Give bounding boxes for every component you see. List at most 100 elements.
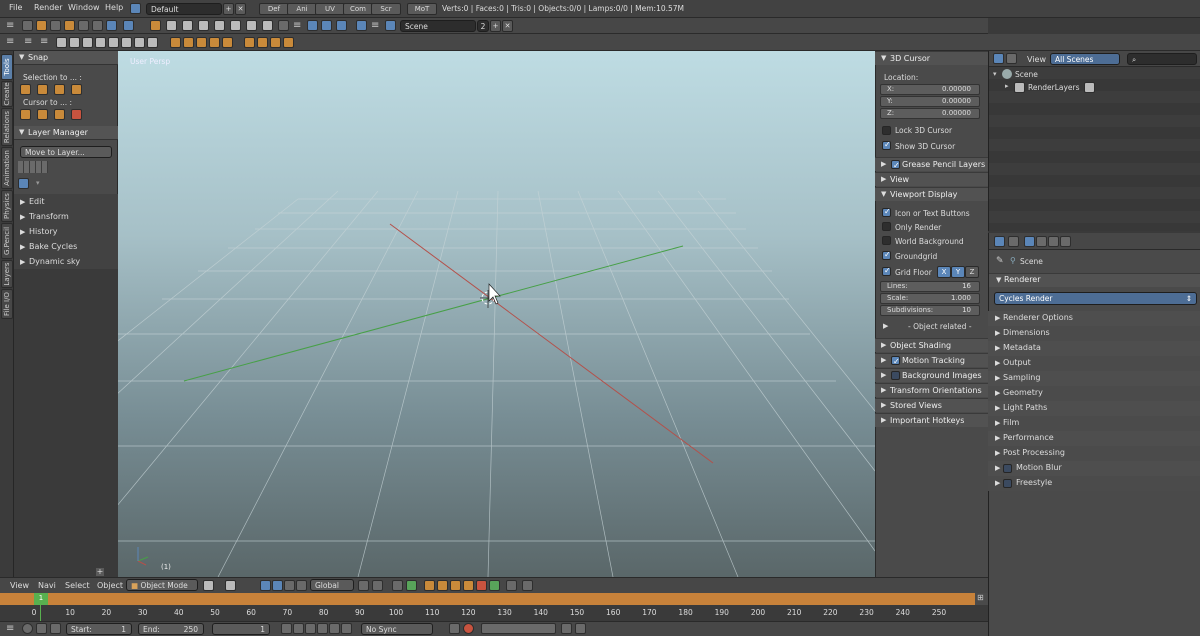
panel-transform[interactable]: ▶ Transform xyxy=(20,212,69,221)
tool-icon-9[interactable] xyxy=(150,20,161,31)
hamburger-icon-5[interactable]: ≡ xyxy=(24,36,32,47)
axis-z-toggle[interactable]: Z xyxy=(965,266,979,278)
keyframe-icon[interactable] xyxy=(36,623,47,634)
cursor-y-field[interactable]: Y: 0.00000 xyxy=(880,96,980,107)
tool-icon-3[interactable] xyxy=(50,20,61,31)
panel-sampling[interactable]: ▶ Sampling xyxy=(988,371,1200,386)
workspace-tab-uv[interactable]: UV xyxy=(315,3,345,15)
tool-icon-4[interactable] xyxy=(64,20,75,31)
snap-icon-9[interactable] xyxy=(283,37,294,48)
snap-cursor-icon-3[interactable] xyxy=(54,109,65,120)
tool-icon-1[interactable] xyxy=(22,20,33,31)
lock-icon[interactable] xyxy=(50,623,61,634)
tab-animation[interactable]: Animation xyxy=(1,147,13,189)
workspace-tab-mot[interactable]: MoT xyxy=(407,3,437,15)
hamburger-icon-7[interactable]: ≡ xyxy=(6,623,14,634)
panel-dimensions[interactable]: ▶ Dimensions xyxy=(988,326,1200,341)
viewport-display-header[interactable]: ▼ Viewport Display xyxy=(875,187,988,201)
layer-icon[interactable] xyxy=(358,580,369,591)
menu-object[interactable]: Object xyxy=(97,581,123,590)
grease-pencil-layers-header[interactable]: ▶Grease Pencil Layers xyxy=(875,157,988,172)
jump-start-icon[interactable] xyxy=(281,623,292,634)
menu-window[interactable]: Window xyxy=(68,3,100,12)
grid-subdivisions-field[interactable]: Subdivisions: 10 xyxy=(880,305,980,316)
outliner-editor-icon[interactable] xyxy=(993,53,1004,64)
render-icon-3[interactable] xyxy=(450,580,461,591)
camera-icon[interactable] xyxy=(506,580,517,591)
proportional-icon[interactable] xyxy=(372,580,383,591)
tool-icon-15[interactable] xyxy=(246,20,257,31)
shading-icon-6[interactable] xyxy=(121,37,132,48)
start-frame-field[interactable]: Start: 1 xyxy=(66,623,132,635)
end-frame-field[interactable]: End: 250 xyxy=(138,623,204,635)
panel-bake-cycles[interactable]: ▶ Bake Cycles xyxy=(20,242,77,251)
properties-menu-icon[interactable] xyxy=(1008,236,1019,247)
panel-dynamic-sky[interactable]: ▶ Dynamic sky xyxy=(20,257,80,266)
snap-icon-1[interactable] xyxy=(170,37,181,48)
shading-icon-8[interactable] xyxy=(147,37,158,48)
background-images-header[interactable]: ▶ Background Images xyxy=(875,368,988,382)
outliner-search-input[interactable]: ⌕ xyxy=(1127,53,1197,65)
tab-file-io[interactable]: File I/O xyxy=(1,289,13,319)
layer-manager-header[interactable]: ▼ Layer Manager xyxy=(14,126,118,140)
world-background-checkbox[interactable] xyxy=(882,236,891,245)
workspace-tab-com[interactable]: Com xyxy=(343,3,373,15)
groundgrid-checkbox[interactable] xyxy=(882,250,891,260)
pin-icon[interactable]: ✎ xyxy=(996,256,1004,266)
delete-keyframe-icon[interactable] xyxy=(575,623,586,634)
tool-icon-6[interactable] xyxy=(92,20,103,31)
manipulator-icon[interactable] xyxy=(260,580,271,591)
outliner-view-menu[interactable]: View xyxy=(1027,55,1046,64)
timeline-range-bar[interactable] xyxy=(0,593,975,605)
remove-scene-button[interactable]: ✕ xyxy=(502,20,513,32)
tab-physics[interactable]: Physics xyxy=(1,190,13,222)
panel-light-paths[interactable]: ▶ Light Paths xyxy=(988,401,1200,416)
render-icon-4[interactable] xyxy=(463,580,474,591)
show-3d-cursor-checkbox[interactable] xyxy=(882,140,891,150)
snap-cursor-icon-4[interactable] xyxy=(71,109,82,120)
collapse-arrow-icon[interactable]: ▶ xyxy=(883,322,888,330)
current-frame-field[interactable]: 1 xyxy=(212,623,270,635)
motion-tracking-checkbox[interactable] xyxy=(891,355,900,368)
keying-set-field[interactable] xyxy=(481,623,556,634)
render-engine-select[interactable]: Cycles Render ⇕ xyxy=(994,292,1197,305)
object-shading-header[interactable]: ▶ Object Shading xyxy=(875,338,988,352)
grid-lines-field[interactable]: Lines: 16 xyxy=(880,281,980,292)
render-icon-6[interactable] xyxy=(489,580,500,591)
snap-selection-icon-2[interactable] xyxy=(37,84,48,95)
panel-motion-blur[interactable]: ▶ Motion Blur xyxy=(988,461,1200,476)
rotate-icon[interactable] xyxy=(284,580,295,591)
motion-tracking-header[interactable]: ▶Motion Tracking xyxy=(875,353,988,368)
render-icon-2[interactable] xyxy=(437,580,448,591)
tool-icon-20[interactable] xyxy=(336,20,347,31)
snap-icon-8[interactable] xyxy=(270,37,281,48)
tool-icon-21[interactable] xyxy=(356,20,367,31)
panel-post-processing[interactable]: ▶ Post Processing xyxy=(988,446,1200,461)
tool-icon-19[interactable] xyxy=(321,20,332,31)
add-screen-button[interactable]: + xyxy=(223,3,234,15)
lock-3d-cursor-checkbox[interactable] xyxy=(882,126,891,135)
panel-film[interactable]: ▶ Film xyxy=(988,416,1200,431)
shading-icon-2[interactable] xyxy=(69,37,80,48)
mode-selector[interactable]: ■ Object Mode xyxy=(126,579,198,591)
tab-create[interactable]: Create xyxy=(1,81,13,107)
tool-icon-8[interactable] xyxy=(123,20,134,31)
outliner-display-mode[interactable]: All Scenes xyxy=(1050,53,1120,65)
freestyle-checkbox[interactable] xyxy=(1003,479,1012,488)
properties-editor-icon[interactable] xyxy=(994,236,1005,247)
scale-icon[interactable] xyxy=(296,580,307,591)
panel-performance[interactable]: ▶ Performance xyxy=(988,431,1200,446)
insert-keyframe-icon[interactable] xyxy=(561,623,572,634)
tab-gpencil[interactable]: G.Pencil xyxy=(1,223,13,259)
cursor-x-field[interactable]: X: 0.00000 xyxy=(880,84,980,95)
snap-selection-icon-1[interactable] xyxy=(20,84,31,95)
timeline-zoom-icon[interactable]: ⊞ xyxy=(977,593,984,602)
menu-help[interactable]: Help xyxy=(105,3,123,12)
cursor-z-field[interactable]: Z: 0.00000 xyxy=(880,108,980,119)
shading-icon-3[interactable] xyxy=(82,37,93,48)
panel-history[interactable]: ▶ History xyxy=(20,227,57,236)
expand-arrow-icon[interactable]: ▾ xyxy=(993,70,997,78)
workspace-tab-def[interactable]: Def xyxy=(259,3,289,15)
only-render-checkbox[interactable] xyxy=(882,222,891,231)
tool-icon-12[interactable] xyxy=(198,20,209,31)
